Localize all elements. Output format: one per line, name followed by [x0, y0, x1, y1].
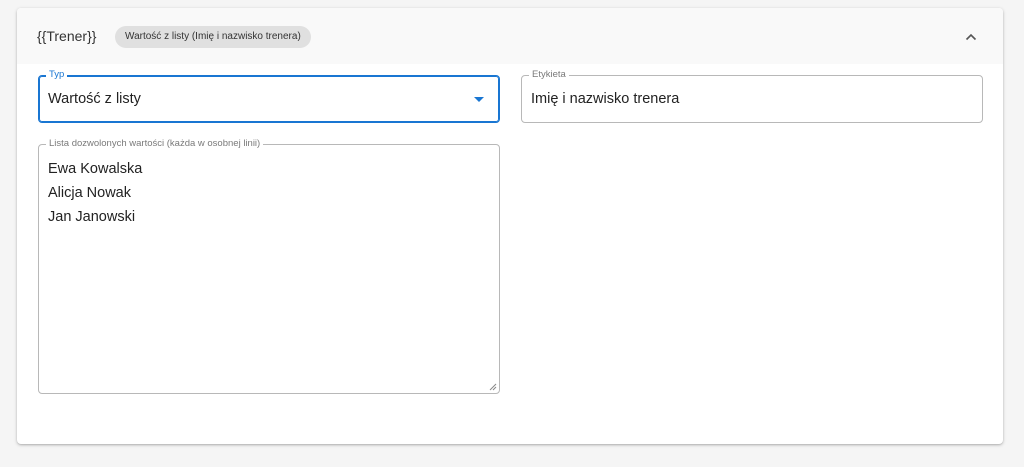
resize-handle-icon[interactable] — [489, 383, 497, 391]
allowed-value-line: Ewa Kowalska — [48, 161, 143, 177]
label-input-label: Etykieta — [529, 69, 569, 81]
field-summary-chip: Wartość z listy (Imię i nazwisko trenera… — [115, 26, 311, 48]
label-input[interactable]: Etykieta Imię i nazwisko trenera — [521, 69, 983, 123]
allowed-value-line: Alicja Nowak — [48, 185, 131, 201]
collapse-button[interactable] — [957, 23, 985, 51]
allowed-values-list: Ewa Kowalska Alicja Nowak Jan Janowski — [48, 157, 142, 229]
field-token-title: {{Trener}} — [37, 28, 97, 44]
field-config-card: {{Trener}} Wartość z listy (Imię i nazwi… — [17, 8, 1003, 444]
caret-down-icon — [474, 97, 484, 102]
allowed-values-label: Lista dozwolonych wartości (każda w osob… — [46, 138, 264, 150]
allowed-values-textarea[interactable]: Lista dozwolonych wartości (każda w osob… — [38, 138, 500, 394]
type-select-value: Wartość z listy — [48, 91, 141, 107]
type-select[interactable]: Typ Wartość z listy — [38, 69, 500, 123]
type-select-label: Typ — [46, 69, 68, 81]
card-header[interactable]: {{Trener}} Wartość z listy (Imię i nazwi… — [17, 8, 1003, 64]
chevron-up-icon — [965, 33, 977, 41]
label-input-value: Imię i nazwisko trenera — [531, 91, 680, 107]
allowed-value-line: Jan Janowski — [48, 209, 136, 225]
